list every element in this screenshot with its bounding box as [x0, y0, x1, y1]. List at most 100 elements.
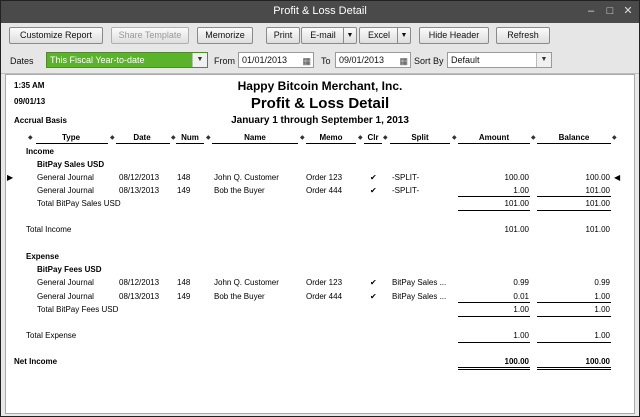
column-header-type[interactable]: Type: [36, 133, 106, 142]
share-template-button[interactable]: Share Template: [111, 27, 189, 44]
column-resize-handle[interactable]: ◆: [28, 134, 33, 141]
header-underline: [364, 143, 382, 144]
cell-memo: Order 123: [306, 278, 343, 287]
column-header-num[interactable]: Num: [176, 133, 204, 142]
net-income-label[interactable]: Net Income: [14, 357, 57, 366]
header-underline: [176, 143, 204, 144]
cell-amount: 0.01: [513, 292, 529, 301]
subtotal-line: [458, 342, 530, 343]
toolbar: Customize Report Share Template Memorize…: [1, 23, 639, 50]
cell-name: John Q. Customer: [214, 173, 279, 182]
to-date-value: 09/01/2013: [339, 55, 385, 65]
print-button[interactable]: Print: [266, 27, 300, 44]
cell-type: General Journal: [37, 292, 94, 301]
header-underline: [306, 143, 356, 144]
excel-button[interactable]: Excel ▼: [359, 27, 411, 44]
bitpay-fees-label: BitPay Fees USD: [37, 265, 102, 274]
check-icon: ✔: [370, 173, 377, 182]
total-bitpay-fees-amount: 1.00: [513, 305, 529, 314]
cell-num: 148: [177, 278, 191, 287]
double-underline: [458, 367, 530, 368]
column-header-name[interactable]: Name: [212, 133, 298, 142]
subtotal-line: [458, 210, 530, 211]
bitpay-sales-label: BitPay Sales USD: [37, 160, 105, 169]
close-icon[interactable]: ✕: [622, 6, 634, 17]
total-expense-label[interactable]: Total Expense: [26, 331, 76, 340]
from-date-field[interactable]: 01/01/2013 ▦: [238, 52, 314, 68]
row-marker-icon: ◀: [614, 173, 621, 182]
column-resize-handle[interactable]: ◆: [110, 134, 115, 141]
double-underline: [458, 369, 530, 370]
email-button[interactable]: E-mail ▼: [301, 27, 357, 44]
cell-date: 08/13/2013: [119, 292, 160, 301]
column-resize-handle[interactable]: ◆: [300, 134, 305, 141]
cell-date: 08/12/2013: [119, 173, 160, 182]
cell-memo: Order 444: [306, 292, 343, 301]
dates-select[interactable]: This Fiscal Year-to-date ▼: [46, 52, 208, 68]
to-date-field[interactable]: 09/01/2013 ▦: [335, 52, 411, 68]
total-bitpay-sales-balance: 101.00: [585, 199, 610, 208]
subtotal-line: [537, 342, 611, 343]
total-bitpay-sales-label[interactable]: Total BitPay Sales USD: [37, 199, 121, 208]
excel-dropdown-icon[interactable]: ▼: [397, 28, 410, 43]
cell-name: Bob the Buyer: [214, 292, 265, 301]
header-underline: [36, 143, 108, 144]
header-underline: [212, 143, 298, 144]
sort-by-select[interactable]: Default ▼: [447, 52, 552, 68]
total-income-balance: 101.00: [585, 225, 610, 234]
from-label: From: [214, 56, 235, 66]
dates-label: Dates: [10, 56, 34, 66]
column-header-balance[interactable]: Balance: [537, 133, 611, 142]
double-underline: [537, 369, 611, 370]
cell-amount: 1.00: [513, 186, 529, 195]
total-bitpay-fees-label[interactable]: Total BitPay Fees USD: [37, 305, 118, 314]
column-header-split[interactable]: Split: [390, 133, 450, 142]
expense-section-label: Expense: [26, 252, 59, 261]
company-name: Happy Bitcoin Merchant, Inc.: [237, 79, 403, 93]
header-underline: [537, 143, 611, 144]
customize-report-button[interactable]: Customize Report: [9, 27, 103, 44]
cell-balance: 101.00: [585, 186, 610, 195]
column-header-date[interactable]: Date: [116, 133, 168, 142]
title-bar: Profit & Loss Detail – □ ✕: [1, 1, 639, 23]
cell-date: 08/13/2013: [119, 186, 160, 195]
calendar-icon[interactable]: ▦: [302, 54, 311, 68]
column-resize-handle[interactable]: ◆: [531, 134, 536, 141]
cell-memo: Order 123: [306, 173, 343, 182]
subtotal-line: [537, 302, 611, 303]
column-resize-handle[interactable]: ◆: [612, 134, 617, 141]
minimize-icon[interactable]: –: [585, 6, 597, 17]
maximize-icon[interactable]: □: [604, 6, 616, 17]
row-marker-icon: ▶: [7, 173, 14, 182]
cell-balance: 1.00: [594, 292, 610, 301]
column-resize-handle[interactable]: ◆: [383, 134, 388, 141]
email-label: E-mail: [310, 30, 336, 40]
cell-balance: 100.00: [585, 173, 610, 182]
column-header-memo[interactable]: Memo: [306, 133, 356, 142]
memorize-button[interactable]: Memorize: [197, 27, 253, 44]
cell-balance: 0.99: [594, 278, 610, 287]
total-bitpay-sales-amount: 101.00: [504, 199, 529, 208]
column-resize-handle[interactable]: ◆: [452, 134, 457, 141]
column-resize-handle[interactable]: ◆: [171, 134, 176, 141]
from-date-value: 01/01/2013: [242, 55, 288, 65]
calendar-icon[interactable]: ▦: [399, 54, 408, 68]
header-underline: [390, 143, 450, 144]
subtotal-line: [537, 196, 611, 197]
column-resize-handle[interactable]: ◆: [206, 134, 211, 141]
double-underline: [537, 367, 611, 368]
cell-date: 08/12/2013: [119, 278, 160, 287]
total-income-label[interactable]: Total Income: [26, 225, 71, 234]
report-title: Profit & Loss Detail: [250, 95, 390, 112]
column-header-clr[interactable]: Clr: [364, 133, 382, 142]
filter-bar: Dates This Fiscal Year-to-date ▼ From 01…: [1, 49, 639, 74]
email-dropdown-icon[interactable]: ▼: [343, 28, 356, 43]
refresh-button[interactable]: Refresh: [496, 27, 550, 44]
cell-amount: 0.99: [513, 278, 529, 287]
cell-memo: Order 444: [306, 186, 343, 195]
column-header-amount[interactable]: Amount: [458, 133, 530, 142]
column-resize-handle[interactable]: ◆: [358, 134, 363, 141]
header-underline: [116, 143, 170, 144]
cell-num: 149: [177, 186, 191, 195]
hide-header-button[interactable]: Hide Header: [419, 27, 489, 44]
